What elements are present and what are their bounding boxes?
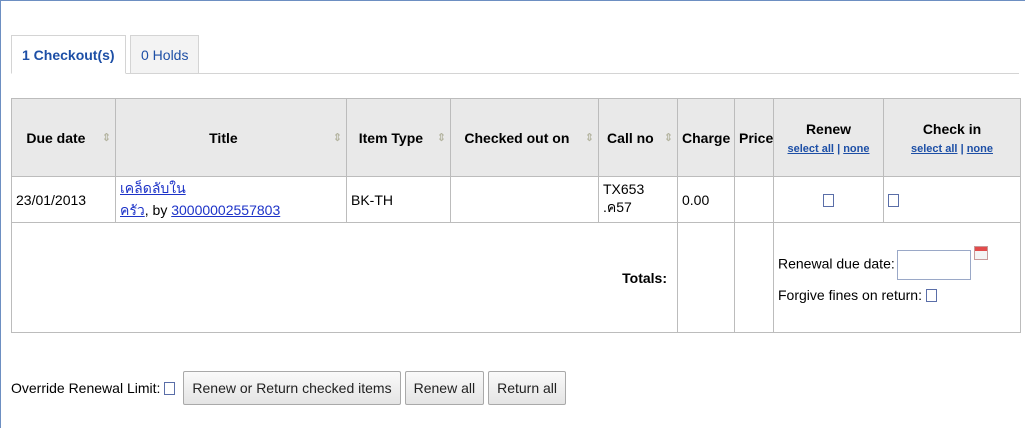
cell-checked-out-on <box>450 176 599 223</box>
renew-options: Renewal due date: Forgive fines on retur… <box>773 222 1021 333</box>
override-renewal-label: Override Renewal Limit: <box>11 380 161 396</box>
header-renew: Renew select all | none <box>773 98 884 177</box>
cell-call-no: TX653 .ค57 <box>598 176 678 223</box>
checkin-checkbox[interactable] <box>888 194 899 208</box>
tab-holds[interactable]: 0 Holds <box>130 35 200 73</box>
header-checked-out-on[interactable]: Checked out on ⇕ <box>450 98 599 177</box>
header-price: Price <box>734 98 774 177</box>
action-bar: Override Renewal Limit: Renew or Return … <box>11 371 566 405</box>
header-item-type[interactable]: Item Type ⇕ <box>346 98 451 177</box>
checkout-panel: 1 Checkout(s) 0 Holds Due date ⇕ Title ⇕ I… <box>0 0 1025 428</box>
checkin-select-none-link[interactable]: none <box>967 143 993 155</box>
totals-row: Totals: Renewal due date: Forgive fines … <box>11 222 1021 333</box>
renew-select-all-link[interactable]: select all <box>788 143 834 155</box>
header-renew-label: Renew <box>805 120 852 137</box>
tab-checkouts[interactable]: 1 Checkout(s) <box>11 35 126 74</box>
calendar-icon[interactable] <box>973 245 988 260</box>
renew-select-controls: select all | none <box>778 143 879 155</box>
cell-renew <box>773 176 884 223</box>
header-checked-out-on-label: Checked out on <box>464 129 570 146</box>
header-call-no-label: Call no <box>607 129 654 146</box>
cell-total-charge <box>677 222 735 333</box>
checkin-select-controls: select all | none <box>888 143 1016 155</box>
renew-select-none-link[interactable]: none <box>843 143 869 155</box>
cell-charge: 0.00 <box>677 176 735 223</box>
table-header-row: Due date ⇕ Title ⇕ Item Type ⇕ Checked out … <box>11 98 1021 177</box>
sort-icon: ⇕ <box>584 132 594 144</box>
renewal-due-date-input[interactable] <box>896 249 971 280</box>
renewal-due-date-row: Renewal due date: <box>778 245 1016 280</box>
header-title[interactable]: Title ⇕ <box>115 98 347 177</box>
header-call-no[interactable]: Call no ⇕ <box>598 98 678 177</box>
forgive-fines-label: Forgive fines on return: <box>778 286 922 303</box>
sort-icon: ⇕ <box>663 132 673 144</box>
renew-checkbox[interactable] <box>823 194 834 208</box>
renewal-due-date-label: Renewal due date: <box>778 255 895 272</box>
renewal-options-box: Renewal due date: Forgive fines on retur… <box>778 245 1016 306</box>
header-charge: Charge <box>677 98 735 177</box>
sort-icon: ⇕ <box>101 132 111 144</box>
sort-icon: ⇕ <box>436 132 446 144</box>
cell-total-price <box>734 222 774 333</box>
sort-icon: ⇕ <box>332 132 342 144</box>
renew-or-return-button[interactable]: Renew or Return checked items <box>183 371 401 405</box>
tab-bar: 1 Checkout(s) 0 Holds <box>11 35 1019 74</box>
separator: | <box>837 142 841 155</box>
forgive-fines-checkbox[interactable] <box>925 289 937 303</box>
forgive-fines-row: Forgive fines on return: <box>778 284 1016 306</box>
barcode-link[interactable]: 30000002557803 <box>171 202 280 218</box>
header-title-label: Title <box>209 129 238 146</box>
header-check-in-label: Check in <box>922 120 982 137</box>
header-due-date[interactable]: Due date ⇕ <box>11 98 116 177</box>
totals-label: Totals: <box>11 222 678 333</box>
override-renewal-checkbox[interactable] <box>164 381 176 395</box>
header-check-in: Check in select all | none <box>883 98 1021 177</box>
header-due-date-label: Due date <box>26 129 86 146</box>
return-all-button[interactable]: Return all <box>488 371 566 405</box>
cell-check-in <box>883 176 1021 223</box>
separator: | <box>960 142 964 155</box>
cell-price <box>734 176 774 223</box>
checkin-select-all-link[interactable]: select all <box>911 143 957 155</box>
cell-title: เคล็ดลับในครัว, by 30000002557803 <box>115 176 347 223</box>
header-item-type-label: Item Type <box>358 129 424 146</box>
cell-item-type: BK-TH <box>346 176 451 223</box>
table-row: 23/01/2013 เคล็ดลับในครัว, by 3000000255… <box>11 176 1021 223</box>
cell-due-date: 23/01/2013 <box>11 176 116 223</box>
checkouts-table: Due date ⇕ Title ⇕ Item Type ⇕ Checked out … <box>11 98 1021 333</box>
renew-all-button[interactable]: Renew all <box>404 371 485 405</box>
title-by-text: , by <box>144 201 172 218</box>
